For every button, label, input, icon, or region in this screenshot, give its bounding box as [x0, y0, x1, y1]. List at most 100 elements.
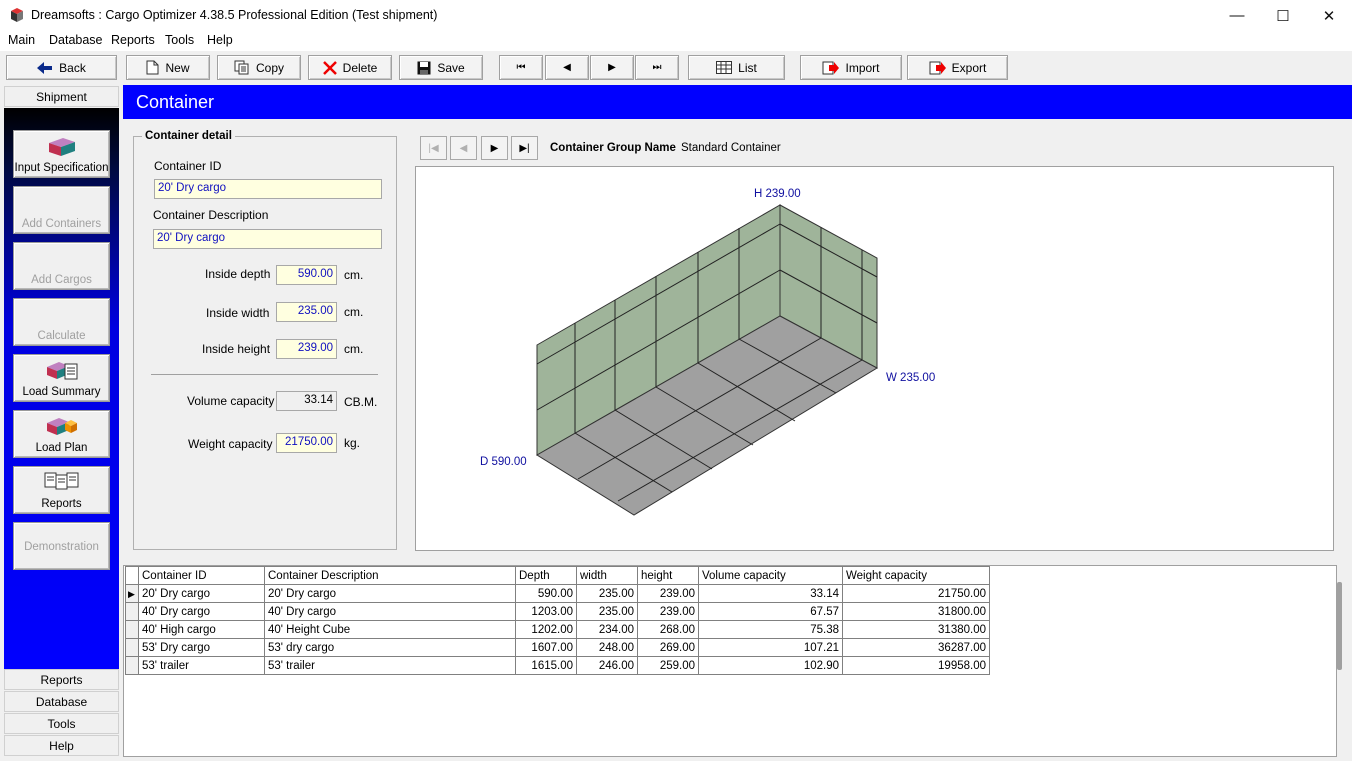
prev-icon: ◀ — [459, 142, 468, 154]
last-icon: ⏭ — [652, 62, 662, 73]
volume-capacity-field: 33.14 — [276, 391, 337, 411]
container-description-field[interactable]: 20' Dry cargo — [153, 229, 382, 249]
menu-bar: Main Database Reports Tools Help — [0, 31, 1352, 51]
new-document-icon — [146, 60, 159, 75]
nav-section-tools[interactable]: Tools — [4, 713, 119, 734]
next-icon: ▶ — [608, 62, 616, 73]
list-button[interactable]: List — [688, 55, 785, 80]
reports-nav-button[interactable]: Reports — [13, 466, 110, 514]
new-button[interactable]: New — [126, 55, 210, 80]
nav-section-help[interactable]: Help — [4, 735, 119, 756]
table-header-row: Container ID Container Description Depth… — [125, 566, 990, 585]
weight-unit: kg. — [344, 436, 361, 450]
volume-unit: CB.M. — [344, 395, 378, 409]
col-weight-capacity[interactable]: Weight capacity — [842, 566, 990, 585]
depth-unit: cm. — [344, 268, 364, 282]
back-button[interactable]: Back — [6, 55, 117, 80]
weight-capacity-label: Weight capacity — [188, 437, 273, 451]
first-record-button[interactable]: ⏮ — [499, 55, 543, 80]
group-name-value: Standard Container — [681, 142, 781, 154]
container-id-field[interactable]: 20' Dry cargo — [154, 179, 382, 199]
table-row[interactable]: 53' Dry cargo 53' dry cargo 1607.00 248.… — [125, 638, 990, 657]
height-dimension-label: H 239.00 — [754, 188, 801, 200]
last-icon: ▶| — [519, 142, 530, 154]
row-indicator-header — [125, 566, 139, 585]
container-3d-drawing: H 239.00 W 235.00 D 590.00 — [480, 188, 935, 516]
col-depth[interactable]: Depth — [515, 566, 577, 585]
load-plan-icon — [46, 418, 77, 435]
col-height[interactable]: height — [637, 566, 699, 585]
page-title: Container — [136, 92, 215, 112]
table-row[interactable]: ▶ 20' Dry cargo 20' Dry cargo 590.00 235… — [125, 584, 990, 603]
container-3d-view[interactable]: H 239.00 W 235.00 D 590.00 — [415, 166, 1334, 551]
nav-panel: Input Specification Add Containers Add C… — [4, 108, 119, 671]
menu-main[interactable]: Main — [8, 33, 35, 47]
vertical-scrollbar[interactable] — [1337, 582, 1342, 670]
container-stack-icon — [48, 138, 75, 156]
col-width[interactable]: width — [576, 566, 638, 585]
table-row[interactable]: 40' Dry cargo 40' Dry cargo 1203.00 235.… — [125, 602, 990, 621]
group-next-button[interactable]: ▶ — [481, 136, 508, 160]
reports-icon — [44, 472, 78, 490]
prev-icon: ◀ — [563, 62, 571, 73]
first-icon: |◀ — [428, 142, 439, 154]
floppy-disk-icon — [417, 61, 431, 74]
import-button[interactable]: Import — [800, 55, 902, 80]
calculate-button[interactable]: Calculate — [13, 298, 110, 346]
depth-dimension-label: D 590.00 — [480, 456, 527, 468]
current-row-indicator-icon: ▶ — [125, 584, 139, 603]
input-specification-button[interactable]: Input Specification — [13, 130, 110, 178]
prev-record-button[interactable]: ◀ — [545, 55, 589, 80]
add-cargos-button[interactable]: Add Cargos — [13, 242, 110, 290]
menu-database[interactable]: Database — [49, 33, 103, 47]
last-record-button[interactable]: ⏭ — [635, 55, 679, 80]
volume-capacity-label: Volume capacity — [187, 394, 275, 408]
inside-depth-label: Inside depth — [205, 267, 271, 281]
load-summary-button[interactable]: Load Summary — [13, 354, 110, 402]
back-arrow-icon — [37, 61, 53, 74]
delete-button[interactable]: Delete — [308, 55, 392, 80]
nav-section-reports[interactable]: Reports — [4, 669, 119, 690]
export-icon — [929, 61, 946, 74]
nav-section-database[interactable]: Database — [4, 691, 119, 712]
export-button[interactable]: Export — [907, 55, 1008, 80]
list-grid-icon — [716, 61, 733, 74]
window-title: Dreamsofts : Cargo Optimizer 4.38.5 Prof… — [31, 8, 438, 22]
weight-capacity-field[interactable]: 21750.00 — [276, 433, 337, 453]
inside-width-label: Inside width — [206, 306, 270, 320]
group-last-button[interactable]: ▶| — [511, 136, 538, 160]
table-row[interactable]: 53' trailer 53' trailer 1615.00 246.00 2… — [125, 656, 990, 675]
inside-height-label: Inside height — [202, 342, 271, 356]
inside-height-field[interactable]: 239.00 — [276, 339, 337, 359]
container-table: Container ID Container Description Depth… — [125, 566, 990, 675]
group-first-button[interactable]: |◀ — [420, 136, 447, 160]
height-unit: cm. — [344, 342, 364, 356]
next-record-button[interactable]: ▶ — [590, 55, 634, 80]
container-list-grid[interactable]: Container ID Container Description Depth… — [123, 565, 1337, 757]
close-button[interactable]: ✕ — [1306, 0, 1352, 31]
group-prev-button[interactable]: ◀ — [450, 136, 477, 160]
container-id-label: Container ID — [154, 159, 222, 173]
col-container-description[interactable]: Container Description — [264, 566, 516, 585]
group-name-label: Container Group Name — [550, 142, 676, 154]
copy-button[interactable]: Copy — [217, 55, 301, 80]
menu-tools[interactable]: Tools — [165, 33, 194, 47]
inside-width-field[interactable]: 235.00 — [276, 302, 337, 322]
container-description-label: Container Description — [153, 208, 269, 222]
nav-section-shipment[interactable]: Shipment — [4, 86, 119, 107]
load-plan-button[interactable]: Load Plan — [13, 410, 110, 458]
title-bar: Dreamsofts : Cargo Optimizer 4.38.5 Prof… — [0, 0, 1352, 31]
save-button[interactable]: Save — [399, 55, 483, 80]
menu-help[interactable]: Help — [207, 33, 233, 47]
minimize-button[interactable]: — — [1214, 0, 1260, 31]
col-container-id[interactable]: Container ID — [138, 566, 265, 585]
inside-depth-field[interactable]: 590.00 — [276, 265, 337, 285]
add-containers-button[interactable]: Add Containers — [13, 186, 110, 234]
first-icon: ⏮ — [516, 62, 526, 73]
maximize-button[interactable]: ☐ — [1260, 0, 1306, 31]
demonstration-button[interactable]: Demonstration — [13, 522, 110, 570]
col-volume-capacity[interactable]: Volume capacity — [698, 566, 843, 585]
menu-reports[interactable]: Reports — [111, 33, 155, 47]
table-row[interactable]: 40' High cargo 40' Height Cube 1202.00 2… — [125, 620, 990, 639]
load-summary-icon — [46, 362, 77, 380]
